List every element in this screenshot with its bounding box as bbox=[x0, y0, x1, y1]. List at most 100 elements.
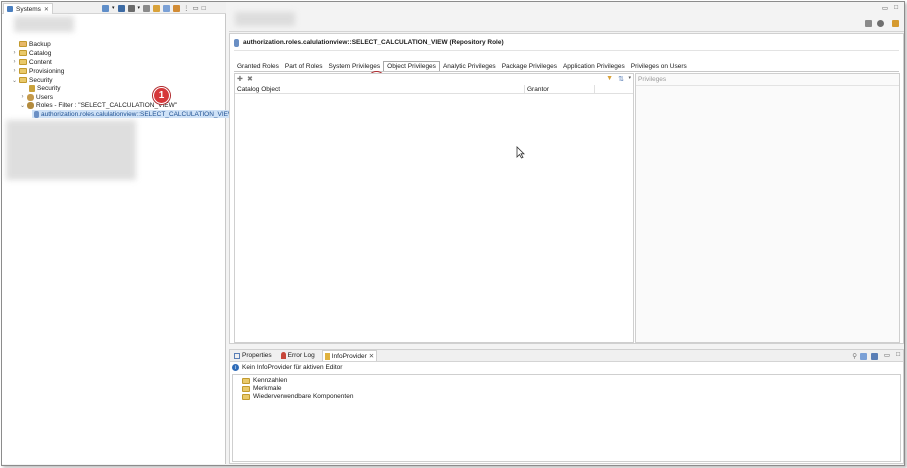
view-menu-icon[interactable]: ⋮ bbox=[183, 4, 190, 12]
tree-item-kennzahlen[interactable]: Kennzahlen bbox=[242, 377, 287, 384]
minimize-icon[interactable]: ▭ bbox=[884, 351, 890, 359]
chevron-right-icon[interactable]: › bbox=[12, 68, 17, 74]
tab-system-privileges[interactable]: System Privileges bbox=[326, 61, 384, 71]
tree-item-label: Provisioning bbox=[29, 67, 65, 75]
chevron-down-icon[interactable]: ⌄ bbox=[12, 77, 17, 84]
folder-open-icon bbox=[19, 77, 27, 83]
tree-item-provisioning[interactable]: › Provisioning bbox=[12, 67, 65, 75]
role-icon bbox=[234, 38, 239, 47]
folder-icon bbox=[242, 393, 250, 400]
systems-icon bbox=[7, 6, 13, 12]
systems-toolbar: ▾ ▾ ⋮ ▭ □ bbox=[102, 4, 206, 12]
tree-item-security[interactable]: Security bbox=[22, 84, 60, 92]
refresh-icon[interactable] bbox=[153, 4, 161, 12]
tab-object-privileges[interactable]: Object Privileges bbox=[383, 61, 440, 71]
new-icon[interactable] bbox=[860, 353, 867, 360]
tab-systems[interactable]: Systems ✕ bbox=[3, 3, 53, 14]
close-icon[interactable]: ✕ bbox=[44, 6, 49, 13]
chevron-right-icon[interactable]: › bbox=[20, 94, 25, 100]
maximize-icon[interactable]: □ bbox=[896, 351, 900, 358]
tab-label: Properties bbox=[242, 352, 272, 359]
obscured-editor-tab bbox=[235, 12, 295, 26]
tab-part-of-roles[interactable]: Part of Roles bbox=[282, 61, 326, 71]
chevron-down-icon[interactable]: ⌄ bbox=[20, 102, 25, 109]
settings-icon[interactable] bbox=[877, 20, 884, 27]
minimize-icon[interactable]: ▭ bbox=[882, 4, 888, 12]
systems-view-tabbar: Systems ✕ ▾ ▾ ⋮ ▭ □ bbox=[2, 2, 226, 14]
tree-item-label: Catalog bbox=[29, 49, 52, 57]
infoprovider-tree: Kennzahlen Merkmale Wiederverwendbare Ko… bbox=[232, 374, 901, 462]
tab-label: InfoProvider bbox=[331, 352, 367, 360]
tree-item-role-select-calc-view[interactable]: authorization.roles.calulationview::SELE… bbox=[32, 110, 237, 118]
tab-divider bbox=[234, 71, 899, 72]
tab-package-privileges[interactable]: Package Privileges bbox=[499, 61, 560, 71]
remove-icon[interactable]: ✖ bbox=[247, 75, 253, 83]
chevron-right-icon[interactable]: › bbox=[12, 59, 17, 65]
add-system-icon[interactable] bbox=[102, 4, 109, 12]
tab-granted-roles[interactable]: Granted Roles bbox=[234, 61, 282, 71]
sort-icon[interactable]: ⇅ bbox=[618, 75, 624, 83]
users-icon bbox=[27, 93, 34, 101]
tree-item-catalog[interactable]: › Catalog bbox=[12, 49, 52, 57]
sql-console-icon[interactable] bbox=[117, 4, 125, 12]
dropdown-icon[interactable]: ▾ bbox=[628, 75, 631, 81]
tree-item-wiederverwendbare-komponenten[interactable]: Wiederverwendbare Komponenten bbox=[242, 393, 353, 400]
info-message-text: Kein InfoProvider für aktiven Editor bbox=[242, 364, 343, 371]
tab-analytic-privileges[interactable]: Analytic Privileges bbox=[440, 61, 499, 71]
mouse-cursor-icon bbox=[516, 146, 525, 159]
tree-item-roles[interactable]: ⌄ Roles - Filter : "SELECT_CALCULATION_V… bbox=[20, 101, 177, 109]
tab-privileges-on-users[interactable]: Privileges on Users bbox=[628, 61, 690, 71]
tree-item-label: Merkmale bbox=[253, 385, 282, 392]
pin-icon[interactable]: ⚲ bbox=[852, 352, 857, 360]
tab-properties[interactable]: Properties bbox=[232, 350, 274, 361]
column-grantor[interactable]: Grantor bbox=[525, 85, 595, 93]
tree-item-label: Security bbox=[29, 76, 53, 84]
bottom-tabbar: Properties Error Log InfoProvider ✕ ⚲ ▭ … bbox=[230, 350, 903, 362]
minimize-icon[interactable]: ▭ bbox=[193, 4, 199, 12]
role-editor: authorization.roles.calulationview::SELE… bbox=[229, 33, 904, 344]
privileges-panel: Privileges bbox=[635, 73, 900, 343]
maximize-icon[interactable]: □ bbox=[894, 4, 898, 11]
tree-item-security-folder[interactable]: ⌄ Security bbox=[12, 76, 52, 84]
annotation-badge-1: 1 bbox=[153, 87, 170, 104]
link-icon[interactable] bbox=[173, 4, 181, 12]
columns-icon[interactable] bbox=[127, 4, 135, 12]
filter-icon[interactable]: ▼ bbox=[606, 75, 613, 82]
dropdown-icon[interactable]: ▾ bbox=[138, 5, 141, 11]
tab-infoprovider[interactable]: InfoProvider ✕ bbox=[321, 350, 378, 361]
tree-item-label: Content bbox=[29, 58, 52, 66]
column-catalog-object[interactable]: Catalog Object bbox=[235, 85, 525, 93]
tree-item-backup[interactable]: Backup bbox=[12, 40, 51, 48]
tree-item-content[interactable]: › Content bbox=[12, 58, 52, 66]
tree-item-label: Security bbox=[37, 84, 61, 92]
tab-application-privileges[interactable]: Application Privileges bbox=[560, 61, 628, 71]
privileges-divider bbox=[636, 85, 899, 86]
tree-item-merkmale[interactable]: Merkmale bbox=[242, 385, 282, 392]
properties-icon bbox=[234, 352, 240, 359]
tab-error-log[interactable]: Error Log bbox=[279, 350, 317, 361]
perspective-icon[interactable] bbox=[892, 20, 899, 27]
tree-item-label: Kennzahlen bbox=[253, 377, 288, 384]
folder-icon bbox=[19, 50, 27, 56]
tab-label: Error Log bbox=[287, 352, 315, 359]
chevron-right-icon[interactable]: › bbox=[12, 50, 17, 56]
dropdown-icon[interactable]: ▾ bbox=[112, 5, 115, 11]
object-privileges-table: ✚ ✖ ▼ ⇅ ▾ Catalog Object Grantor bbox=[234, 73, 634, 343]
editor-title: authorization.roles.calulationview::SELE… bbox=[243, 39, 504, 46]
close-icon[interactable]: ✕ bbox=[369, 352, 374, 360]
info-message: i Kein InfoProvider für aktiven Editor bbox=[232, 364, 342, 371]
filter-icon[interactable] bbox=[143, 4, 151, 12]
tree-item-users[interactable]: › Users bbox=[20, 93, 53, 101]
add-icon[interactable]: ✚ bbox=[237, 75, 243, 83]
backup-icon bbox=[19, 41, 27, 47]
tree-item-label: Backup bbox=[29, 40, 51, 48]
print-icon[interactable] bbox=[865, 20, 872, 27]
collapse-icon[interactable] bbox=[163, 4, 171, 12]
tree-item-label: authorization.roles.calulationview::SELE… bbox=[41, 110, 235, 118]
editor-header: authorization.roles.calulationview::SELE… bbox=[234, 37, 899, 51]
obscured-systems-list bbox=[6, 120, 136, 180]
maximize-icon[interactable]: □ bbox=[202, 5, 206, 12]
folder-icon bbox=[242, 377, 250, 384]
bottom-panel: Properties Error Log InfoProvider ✕ ⚲ ▭ … bbox=[229, 349, 904, 464]
layout-icon[interactable] bbox=[871, 353, 878, 360]
